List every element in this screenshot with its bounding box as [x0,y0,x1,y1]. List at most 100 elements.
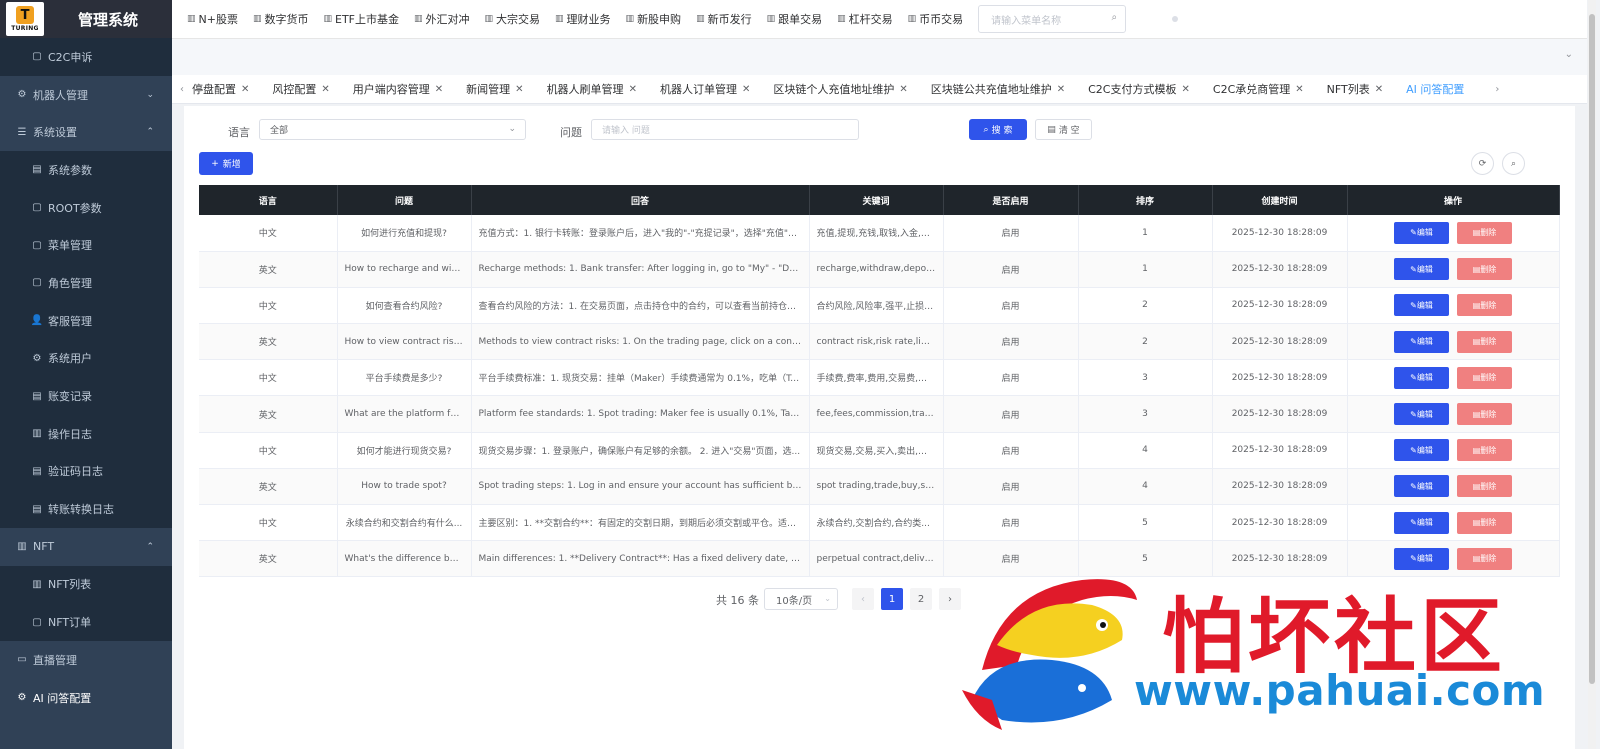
sidebar-item[interactable]: ⚙ AI 问答配置 [0,679,172,717]
tab[interactable]: C2C支付方式模板 ✕ [1088,81,1190,97]
top-menu-item[interactable]: ▥ N+股票 [187,11,238,27]
reset-button[interactable]: ▤ 清 空 [1035,119,1092,140]
page-scrollbar[interactable] [1588,0,1596,749]
close-icon[interactable]: ✕ [899,84,907,95]
sidebar-item[interactable]: 👤 客服管理 [0,301,172,340]
tab[interactable]: NFT列表 ✕ [1327,81,1383,97]
tab[interactable]: 区块链公共充值地址维护 ✕ [931,81,1065,97]
top-menu-item[interactable]: ▥ 新股申购 [626,11,682,27]
edit-button[interactable]: ✎ 编辑 [1394,547,1449,570]
delete-button[interactable]: ▤ 删除 [1457,475,1512,498]
delete-button[interactable]: ▤ 删除 [1457,366,1512,389]
column-header: 创建时间 [1212,185,1348,215]
top-menu-item[interactable]: ▥ 跟单交易 [767,11,823,27]
scrollbar-thumb[interactable] [1589,14,1595,684]
delete-button[interactable]: ▤ 删除 [1457,258,1512,281]
close-icon[interactable]: ✕ [1375,84,1383,95]
cell-question: How to recharge and withdr... [337,251,472,288]
tab[interactable]: 新闻管理 ✕ [466,81,523,97]
sidebar-item[interactable]: ▢ ROOT参数 [0,188,172,227]
delete-button[interactable]: ▤ 删除 [1457,330,1512,353]
edit-button[interactable]: ✎ 编辑 [1394,475,1449,498]
tab[interactable]: 机器人订单管理 ✕ [660,81,750,97]
chevron-down-icon[interactable]: ⌄ [1565,49,1573,60]
delete-button[interactable]: ▤ 删除 [1457,221,1512,244]
language-select[interactable]: 全部 ⌄ [259,119,526,140]
page-1-button[interactable]: 1 [881,588,903,610]
edit-button[interactable]: ✎ 编辑 [1394,439,1449,462]
top-menu-item[interactable]: ▥ 理财业务 [555,11,611,27]
tab[interactable]: 机器人刷单管理 ✕ [547,81,637,97]
top-menu-item[interactable]: ▥ 外汇对冲 [414,11,470,27]
sidebar-item[interactable]: ▢ C2C申诉 [0,38,172,76]
close-icon[interactable]: ✕ [1182,84,1190,95]
sidebar-item[interactable]: ▤ 系统参数 [0,151,172,189]
edit-button[interactable]: ✎ 编辑 [1394,511,1449,534]
sidebar-item[interactable]: ▥ NFT ⌃ [0,528,172,566]
page-2-button[interactable]: 2 [910,588,932,610]
sidebar-item[interactable]: ⚙ 系统用户 [0,339,172,378]
top-menu-item[interactable]: ▥ 大宗交易 [485,11,541,27]
delete-button[interactable]: ▤ 删除 [1457,403,1512,426]
sidebar-item[interactable]: ▤ 验证码日志 [0,452,172,491]
delete-button[interactable]: ▤ 删除 [1457,511,1512,534]
edit-button[interactable]: ✎ 编辑 [1394,403,1449,426]
close-icon[interactable]: ✕ [515,84,523,95]
tab[interactable]: 区块链个人充值地址维护 ✕ [773,81,907,97]
sidebar-item[interactable]: ▢ 菜单管理 [0,226,172,265]
tab[interactable]: 用户端内容管理 ✕ [353,81,443,97]
tab[interactable]: AI 问答配置 [1406,81,1464,97]
close-icon[interactable]: ✕ [241,84,249,95]
delete-button[interactable]: ▤ 删除 [1457,294,1512,317]
sidebar-item[interactable]: ▤ 转账转换日志 [0,490,172,528]
tab[interactable]: 停盘配置 ✕ [192,81,249,97]
add-button[interactable]: + 新增 [199,152,253,175]
refresh-button[interactable]: ⟳ [1471,152,1494,175]
prev-page-button[interactable]: ‹ [852,588,874,610]
top-menu-item[interactable]: ▥ 币币交易 [908,11,964,27]
close-icon[interactable]: ✕ [629,84,637,95]
question-input[interactable]: 请输入 问题 [591,119,859,140]
sidebar-item[interactable]: ▢ NFT订单 [0,603,172,641]
cell-actions: ✎ 编辑 ▤ 删除 [1347,504,1560,542]
delete-button[interactable]: ▤ 删除 [1457,547,1512,570]
edit-button[interactable]: ✎ 编辑 [1394,258,1449,281]
sidebar-item-label: 机器人管理 [33,88,88,102]
sidebar-item[interactable]: ▭ 直播管理 [0,641,172,679]
delete-button[interactable]: ▤ 删除 [1457,439,1512,462]
sidebar-item[interactable]: ⚙ 机器人管理 ⌄ [0,76,172,114]
next-page-button[interactable]: › [939,588,961,610]
reset-button-label: 清 空 [1058,126,1080,136]
tabs-scroll-left-icon[interactable]: ‹ [172,84,192,95]
close-icon[interactable]: ✕ [1295,84,1303,95]
top-menu-item[interactable]: ▥ 杠杆交易 [837,11,893,27]
top-menu-item[interactable]: ▥ ETF上市基金 [323,11,399,27]
trash-icon: ▤ [1472,445,1481,455]
sidebar-item[interactable]: ▥ NFT列表 [0,565,172,604]
page-size-select[interactable]: 10条/页 ⌄ [764,588,838,610]
tab[interactable]: C2C承兑商管理 ✕ [1213,81,1304,97]
sidebar-item[interactable]: ☰ 系统设置 ⌃ [0,113,172,151]
tab-label: NFT列表 [1326,83,1370,96]
close-icon[interactable]: ✕ [435,84,443,95]
tabs-scroll-right-icon[interactable]: › [1487,84,1507,95]
edit-button[interactable]: ✎ 编辑 [1394,294,1449,317]
top-menu-item[interactable]: ▥ 新币发行 [696,11,752,27]
sidebar-item[interactable]: ▢ 角色管理 [0,264,172,302]
sidebar-item[interactable]: ▥ 操作日志 [0,414,172,453]
close-icon[interactable]: ✕ [742,84,750,95]
sidebar-item[interactable]: ▤ 账变记录 [0,377,172,415]
toggle-search-button[interactable]: ⌕ [1502,152,1525,175]
tab[interactable]: 风控配置 ✕ [272,81,329,97]
close-icon[interactable]: ✕ [1057,84,1065,95]
cell-lang: 中文 [199,504,338,542]
edit-button[interactable]: ✎ 编辑 [1394,366,1449,389]
top-menu-item[interactable]: ▥ 数字货币 [253,11,309,27]
edit-button-label: 编辑 [1416,337,1433,347]
edit-button[interactable]: ✎ 编辑 [1394,221,1449,244]
menu-search-input[interactable]: 请输入菜单名称 ⌕ [978,5,1127,33]
search-button[interactable]: ⌕ 搜 索 [969,119,1027,140]
edit-button[interactable]: ✎ 编辑 [1394,330,1449,353]
close-icon[interactable]: ✕ [321,84,329,95]
cell-question: What's the difference betwe... [337,540,472,578]
